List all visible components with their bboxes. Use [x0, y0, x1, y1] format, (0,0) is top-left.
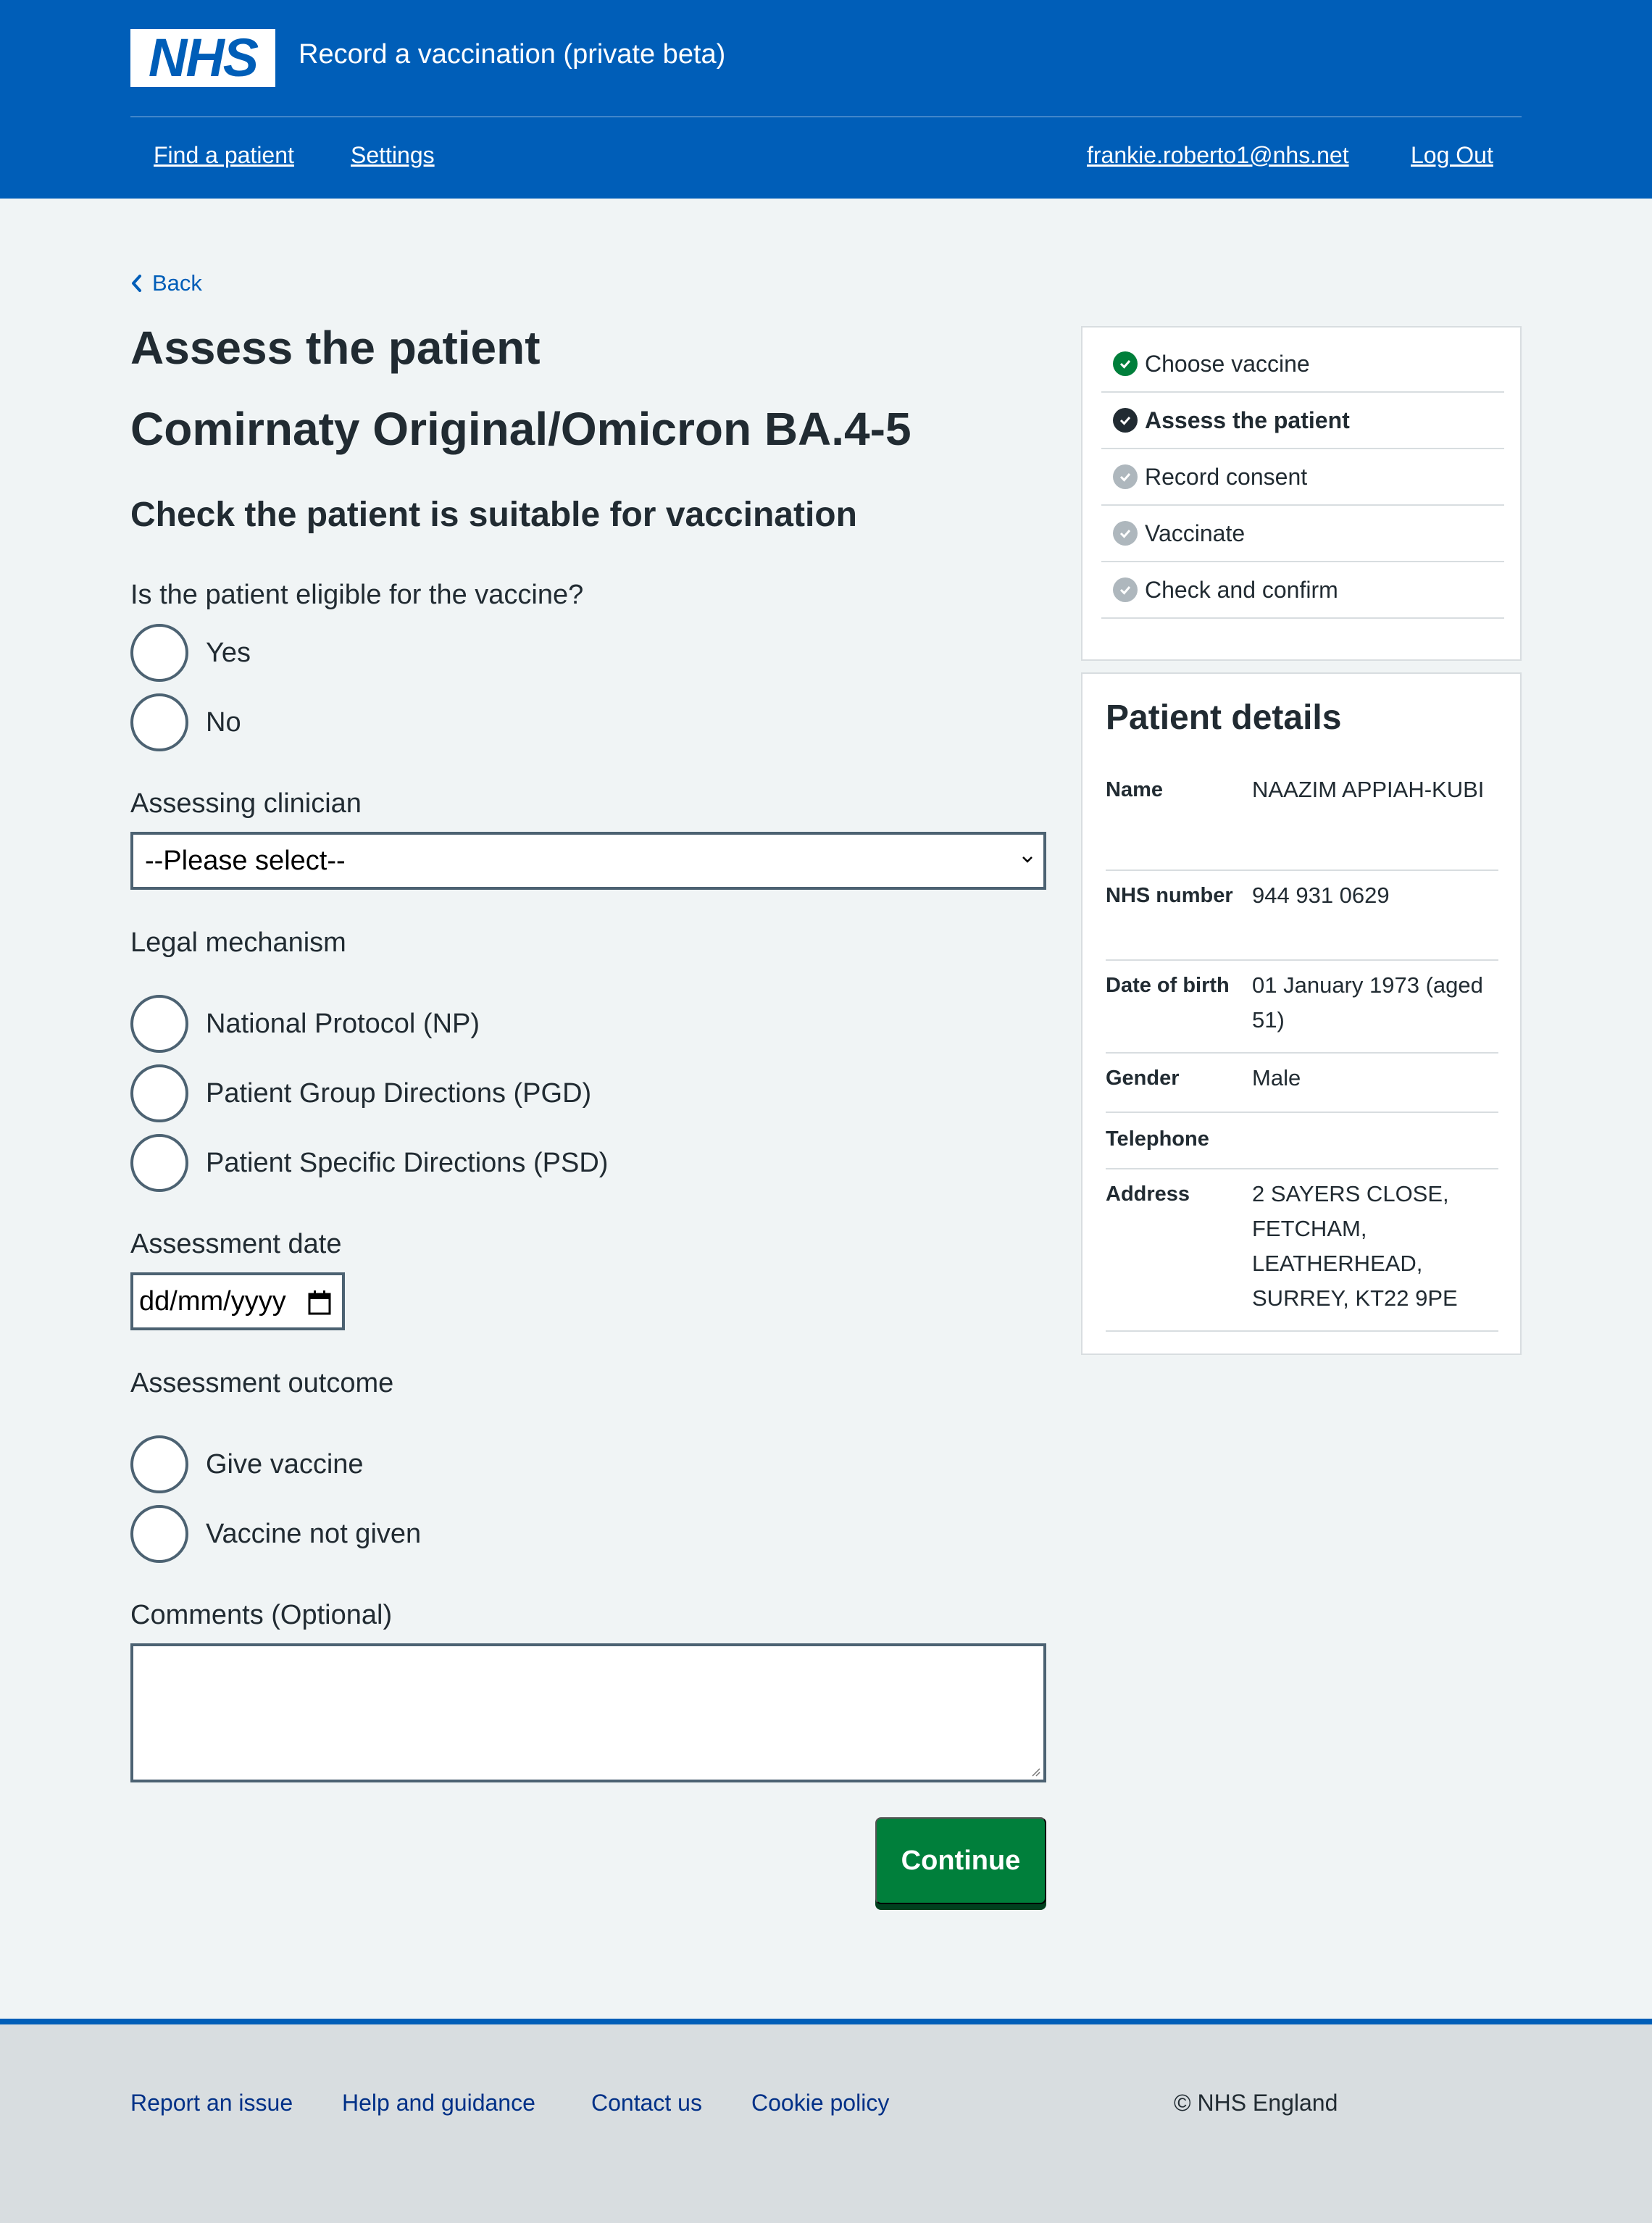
task-item-assess-patient[interactable]: Assess the patient: [1101, 393, 1504, 449]
radio-circle[interactable]: [130, 1505, 188, 1563]
radio-circle[interactable]: [130, 1435, 188, 1493]
logout-link[interactable]: Log Out: [1411, 139, 1493, 171]
comments-label: Comments (Optional): [130, 1600, 393, 1630]
detail-key: NHS number: [1106, 884, 1233, 907]
detail-value: 2 SAYERS CLOSE, FETCHAM, LEATHERHEAD, SU…: [1252, 1181, 1458, 1311]
detail-value: NAAZIM APPIAH-KUBI: [1252, 777, 1485, 802]
task-item-vaccinate[interactable]: Vaccinate: [1101, 506, 1504, 562]
detail-key: Telephone: [1106, 1127, 1209, 1151]
check-circle-icon: [1113, 351, 1138, 376]
task-label: Record consent: [1145, 464, 1308, 490]
eligible-no-radio[interactable]: No: [130, 693, 241, 751]
outcome-not-given-radio[interactable]: Vaccine not given: [130, 1505, 421, 1563]
footer-link-report-issue[interactable]: Report an issue: [130, 2087, 293, 2119]
radio-label: Patient Specific Directions (PSD): [206, 1148, 609, 1178]
eligible-yes-radio[interactable]: Yes: [130, 624, 251, 682]
radio-label: Yes: [206, 638, 251, 668]
select-value: --Please select--: [145, 845, 346, 876]
radio-label: Give vaccine: [206, 1449, 364, 1480]
check-circle-icon: [1113, 464, 1138, 489]
footer-link-help[interactable]: Help and guidance: [342, 2087, 535, 2119]
patient-details-card: Patient details Name NAAZIM APPIAH-KUBI …: [1081, 672, 1522, 1355]
site-header: NHS Record a vaccination (private beta) …: [0, 0, 1652, 199]
detail-row-dob: Date of birth 01 January 1973 (aged 51): [1106, 961, 1498, 1054]
detail-value: 944 931 0629: [1252, 883, 1390, 908]
radio-label: Vaccine not given: [206, 1519, 422, 1549]
detail-key: Address: [1106, 1183, 1190, 1206]
task-list: Choose vaccine Assess the patient Record…: [1081, 326, 1522, 661]
legal-np-radio[interactable]: National Protocol (NP): [130, 995, 480, 1053]
task-label: Assess the patient: [1145, 407, 1350, 433]
continue-button[interactable]: Continue: [875, 1817, 1046, 1904]
detail-key: Name: [1106, 778, 1163, 801]
copyright: © NHS England: [1174, 2090, 1338, 2116]
check-circle-icon: [1113, 408, 1138, 433]
radio-label: National Protocol (NP): [206, 1009, 480, 1039]
header-divider: [130, 116, 1522, 117]
nav-find-patient-link[interactable]: Find a patient: [154, 139, 294, 171]
back-label: Back: [152, 270, 202, 296]
detail-key: Date of birth: [1106, 974, 1230, 997]
legal-pgd-radio[interactable]: Patient Group Directions (PGD): [130, 1064, 591, 1122]
user-email-link[interactable]: frankie.roberto1@nhs.net: [1087, 139, 1349, 171]
service-name[interactable]: Record a vaccination (private beta): [299, 36, 725, 72]
nav-settings-link[interactable]: Settings: [351, 139, 435, 171]
footer-link-contact[interactable]: Contact us: [591, 2087, 702, 2119]
vaccine-name: Comirnaty Original/Omicron BA.4-5: [130, 403, 911, 455]
task-label: Check and confirm: [1145, 577, 1338, 603]
site-footer: Report an issue Help and guidance Contac…: [0, 2019, 1652, 2223]
footer-link-cookies[interactable]: Cookie policy: [751, 2087, 889, 2119]
radio-circle[interactable]: [130, 693, 188, 751]
detail-row-gender: Gender Male: [1106, 1054, 1498, 1113]
date-placeholder: dd/mm/yyyy: [139, 1285, 286, 1317]
nhs-logo[interactable]: NHS: [130, 29, 275, 87]
radio-label: No: [206, 707, 241, 738]
section-heading: Check the patient is suitable for vaccin…: [130, 496, 857, 534]
detail-row-name: Name NAAZIM APPIAH-KUBI: [1106, 767, 1498, 871]
radio-circle[interactable]: [130, 624, 188, 682]
page-title: Assess the patient: [130, 322, 541, 374]
detail-row-address: Address 2 SAYERS CLOSE, FETCHAM, LEATHER…: [1106, 1169, 1498, 1332]
eligible-label: Is the patient eligible for the vaccine?: [130, 580, 584, 610]
patient-details-title: Patient details: [1106, 698, 1342, 737]
radio-circle[interactable]: [130, 1064, 188, 1122]
chevron-left-icon: [132, 275, 141, 292]
detail-value: 01 January 1973 (aged 51): [1252, 972, 1483, 1033]
check-circle-icon: [1113, 521, 1138, 546]
task-label: Vaccinate: [1145, 520, 1246, 546]
back-link[interactable]: Back: [130, 268, 202, 299]
assessment-date-input[interactable]: dd/mm/yyyy: [130, 1272, 345, 1330]
calendar-icon[interactable]: [307, 1290, 332, 1316]
task-item-record-consent[interactable]: Record consent: [1101, 449, 1504, 506]
comments-textarea[interactable]: [130, 1643, 1046, 1782]
task-item-check-confirm[interactable]: Check and confirm: [1101, 562, 1504, 619]
outcome-give-radio[interactable]: Give vaccine: [130, 1435, 364, 1493]
task-item-choose-vaccine[interactable]: Choose vaccine: [1101, 336, 1504, 393]
legal-label: Legal mechanism: [130, 927, 346, 958]
radio-circle[interactable]: [130, 1134, 188, 1192]
detail-value: Male: [1252, 1065, 1301, 1090]
detail-row-nhs-number: NHS number 944 931 0629: [1106, 871, 1498, 961]
task-label: Choose vaccine: [1145, 351, 1310, 377]
radio-circle[interactable]: [130, 995, 188, 1053]
check-circle-icon: [1113, 577, 1138, 602]
legal-psd-radio[interactable]: Patient Specific Directions (PSD): [130, 1134, 608, 1192]
clinician-select[interactable]: --Please select--: [130, 832, 1046, 890]
detail-key: Gender: [1106, 1067, 1180, 1090]
chevron-down-icon: [1022, 856, 1032, 863]
resize-handle-icon[interactable]: [1029, 1765, 1040, 1777]
radio-label: Patient Group Directions (PGD): [206, 1078, 592, 1109]
date-label: Assessment date: [130, 1229, 342, 1259]
outcome-label: Assessment outcome: [130, 1368, 394, 1398]
clinician-label: Assessing clinician: [130, 788, 362, 819]
detail-row-telephone: Telephone: [1106, 1113, 1498, 1169]
